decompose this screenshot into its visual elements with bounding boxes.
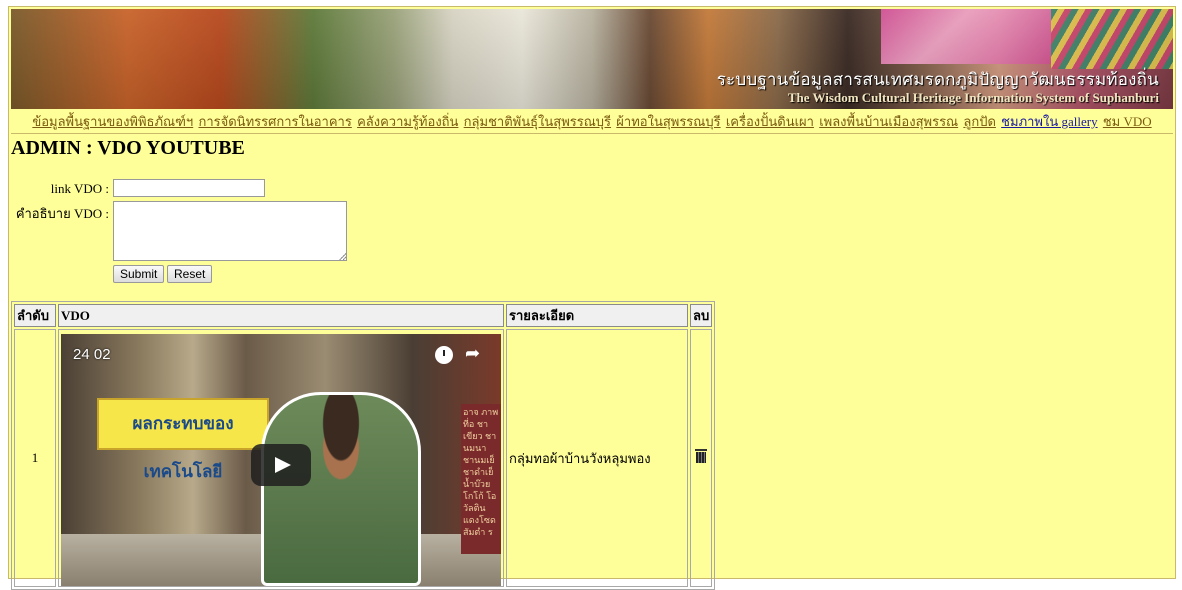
nav-link-gallery[interactable]: ชมภาพใน gallery: [1001, 114, 1097, 129]
table-header-row: ลำดับ VDO รายละเอียด ลบ: [14, 304, 713, 327]
header-banner: ระบบฐานข้อมูลสารสนเทศมรดกภูมิปัญญาวัฒนธร…: [11, 9, 1173, 109]
watch-later-icon[interactable]: [435, 346, 453, 364]
nav-link-vdo[interactable]: ชม VDO: [1103, 114, 1152, 129]
row-detail: กลุ่มทอผ้าบ้านวังหลุมพอง: [506, 329, 688, 587]
video-sign-text: ผลกระทบของเทคโนโลยี: [97, 398, 269, 481]
row-index: 1: [14, 329, 56, 587]
trash-icon[interactable]: [695, 449, 708, 463]
submit-button[interactable]: Submit: [113, 265, 165, 283]
video-title: 24 02: [73, 346, 111, 363]
reset-button[interactable]: Reset: [167, 265, 213, 283]
description-textarea[interactable]: [113, 201, 347, 261]
row-delete-cell: [690, 329, 713, 587]
nav-link-beads[interactable]: ลูกปัด: [963, 114, 996, 129]
description-label: คำอธิบาย VDO :: [15, 206, 109, 221]
nav-link-textiles[interactable]: ผ้าทอในสุพรรณบุรี: [616, 114, 720, 129]
play-button-icon[interactable]: [251, 444, 311, 486]
header-delete: ลบ: [690, 304, 713, 327]
table-row: 1 ผลกระทบของเทคโนโลยี อาจ ภาพที่อ ชาเขีย…: [14, 329, 713, 587]
nav-link-exhibition[interactable]: การจัดนิทรรศการในอาคาร: [198, 114, 351, 129]
nav-link-museum-info[interactable]: ข้อมูลพื้นฐานของพิพิธภัณฑ์ฯ: [32, 114, 193, 129]
video-poster-text: อาจ ภาพที่อ ชาเขียว ชานมนา ชานมเย็ ชาดำเ…: [461, 404, 501, 554]
header-detail: รายละเอียด: [506, 304, 688, 327]
banner-title-thai: ระบบฐานข้อมูลสารสนเทศมรดกภูมิปัญญาวัฒนธร…: [716, 70, 1159, 89]
top-navigation: ข้อมูลพื้นฐานของพิพิธภัณฑ์ฯ การจัดนิทรรศ…: [11, 111, 1173, 134]
row-video-cell: ผลกระทบของเทคโนโลยี อาจ ภาพที่อ ชาเขียว …: [58, 329, 504, 587]
header-vdo: VDO: [58, 304, 504, 327]
page-title: ADMIN : VDO YOUTUBE: [11, 137, 245, 159]
nav-link-pottery[interactable]: เครื่องปั้นดินเผา: [726, 114, 814, 129]
youtube-video-player[interactable]: ผลกระทบของเทคโนโลยี อาจ ภาพที่อ ชาเขียว …: [61, 334, 501, 586]
link-vdo-input[interactable]: [113, 179, 265, 197]
vdo-table: ลำดับ VDO รายละเอียด ลบ 1 ผลกระทบของเทคโ…: [11, 301, 716, 590]
nav-link-knowledge[interactable]: คลังความรู้ท้องถิ่น: [357, 114, 458, 129]
video-person-image: [261, 392, 421, 586]
nav-link-ethnic-groups[interactable]: กลุ่มชาติพันธุ์ในสุพรรณบุรี: [464, 114, 611, 129]
share-icon[interactable]: ➦: [465, 344, 485, 364]
banner-title-english: The Wisdom Cultural Heritage Information…: [787, 90, 1159, 105]
resize-grip-icon[interactable]: [339, 253, 346, 260]
nav-link-folk-songs[interactable]: เพลงพื้นบ้านเมืองสุพรรณ: [819, 114, 958, 129]
link-vdo-label: link VDO :: [50, 181, 109, 196]
header-index: ลำดับ: [14, 304, 56, 327]
page-container: ระบบฐานข้อมูลสารสนเทศมรดกภูมิปัญญาวัฒนธร…: [8, 6, 1176, 590]
